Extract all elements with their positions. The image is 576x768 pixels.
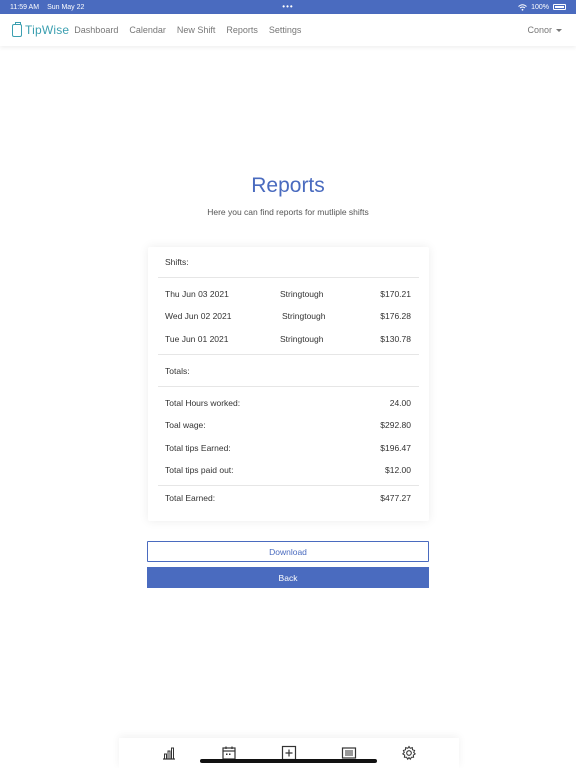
nav-link-settings[interactable]: Settings — [269, 25, 302, 35]
nav-link-calendar[interactable]: Calendar — [129, 25, 166, 35]
status-date: Sun May 22 — [47, 3, 85, 11]
bottom-tab-bar — [119, 738, 459, 768]
total-row-hours: Total Hours worked: 24.00 — [165, 398, 411, 408]
multitask-dots[interactable]: ••• — [282, 3, 293, 11]
total-value: 24.00 — [389, 398, 411, 408]
bar-chart-icon — [163, 747, 175, 760]
tab-dashboard[interactable] — [161, 745, 177, 761]
shift-employer: Stringtough — [280, 289, 324, 299]
page-title: Reports — [251, 174, 325, 197]
total-label: Total tips Earned: — [165, 443, 231, 453]
report-card: Shifts: Thu Jun 03 2021 Stringtough $170… — [148, 247, 429, 521]
battery-percent: 100% — [531, 3, 549, 11]
battery-icon — [553, 4, 566, 10]
total-value: $292.80 — [380, 420, 411, 430]
status-time: 11:59 AM — [10, 3, 40, 11]
top-navbar: TipWise Dashboard Calendar New Shift Rep… — [0, 14, 576, 46]
brand-name: TipWise — [25, 23, 70, 37]
user-menu[interactable]: Conor — [527, 25, 562, 35]
total-row-earned: Total Earned: $477.27 — [165, 493, 411, 503]
shift-row: Tue Jun 01 2021 Stringtough $130.78 — [165, 334, 411, 344]
total-value: $12.00 — [385, 465, 411, 475]
shift-row: Wed Jun 02 2021 Stringtough $176.28 — [165, 311, 411, 321]
nav-link-reports[interactable]: Reports — [226, 25, 258, 35]
shifts-label: Shifts: — [165, 257, 189, 267]
shift-employer: Stringtough — [282, 311, 326, 321]
shift-date: Thu Jun 03 2021 — [165, 289, 229, 299]
shift-employer: Stringtough — [280, 334, 324, 344]
caret-down-icon — [556, 28, 562, 32]
brand-logo[interactable]: TipWise — [12, 21, 70, 37]
gear-icon — [402, 745, 416, 761]
shift-date: Tue Jun 01 2021 — [165, 334, 229, 344]
nav-link-dashboard[interactable]: Dashboard — [74, 25, 118, 35]
total-earned-label: Total Earned: — [165, 493, 216, 503]
shifts-heading: Shifts: — [165, 257, 411, 267]
nav-links: Dashboard Calendar New Shift Reports Set… — [74, 25, 301, 35]
wifi-icon — [518, 3, 527, 11]
status-bar: 11:59 AM Sun May 22 ••• 100% — [0, 0, 576, 14]
totals-heading: Totals: — [165, 366, 411, 376]
total-row-tips-earned: Total tips Earned: $196.47 — [165, 443, 411, 453]
divider — [158, 277, 419, 278]
total-label: Toal wage: — [165, 420, 206, 430]
nav-link-new-shift[interactable]: New Shift — [177, 25, 216, 35]
download-button[interactable]: Download — [147, 541, 429, 562]
shift-row: Thu Jun 03 2021 Stringtough $170.21 — [165, 289, 411, 299]
divider — [158, 485, 419, 486]
shift-amount: $176.28 — [380, 311, 411, 321]
total-value: $196.47 — [380, 443, 411, 453]
shift-amount: $170.21 — [380, 289, 411, 299]
totals-label: Totals: — [165, 366, 190, 376]
user-name: Conor — [527, 25, 552, 35]
divider — [158, 386, 419, 387]
shift-date: Wed Jun 02 2021 — [165, 311, 232, 321]
home-indicator[interactable] — [200, 759, 377, 763]
page-subtitle: Here you can find reports for mutliple s… — [207, 207, 369, 217]
back-button[interactable]: Back — [147, 567, 429, 588]
tip-jar-icon — [12, 21, 22, 37]
tab-settings[interactable] — [401, 745, 417, 761]
total-row-tips-paid-out: Total tips paid out: $12.00 — [165, 465, 411, 475]
total-label: Total Hours worked: — [165, 398, 241, 408]
total-row-wage: Toal wage: $292.80 — [165, 420, 411, 430]
total-earned-value: $477.27 — [380, 493, 411, 503]
divider — [158, 354, 419, 355]
shift-amount: $130.78 — [380, 334, 411, 344]
total-label: Total tips paid out: — [165, 465, 234, 475]
